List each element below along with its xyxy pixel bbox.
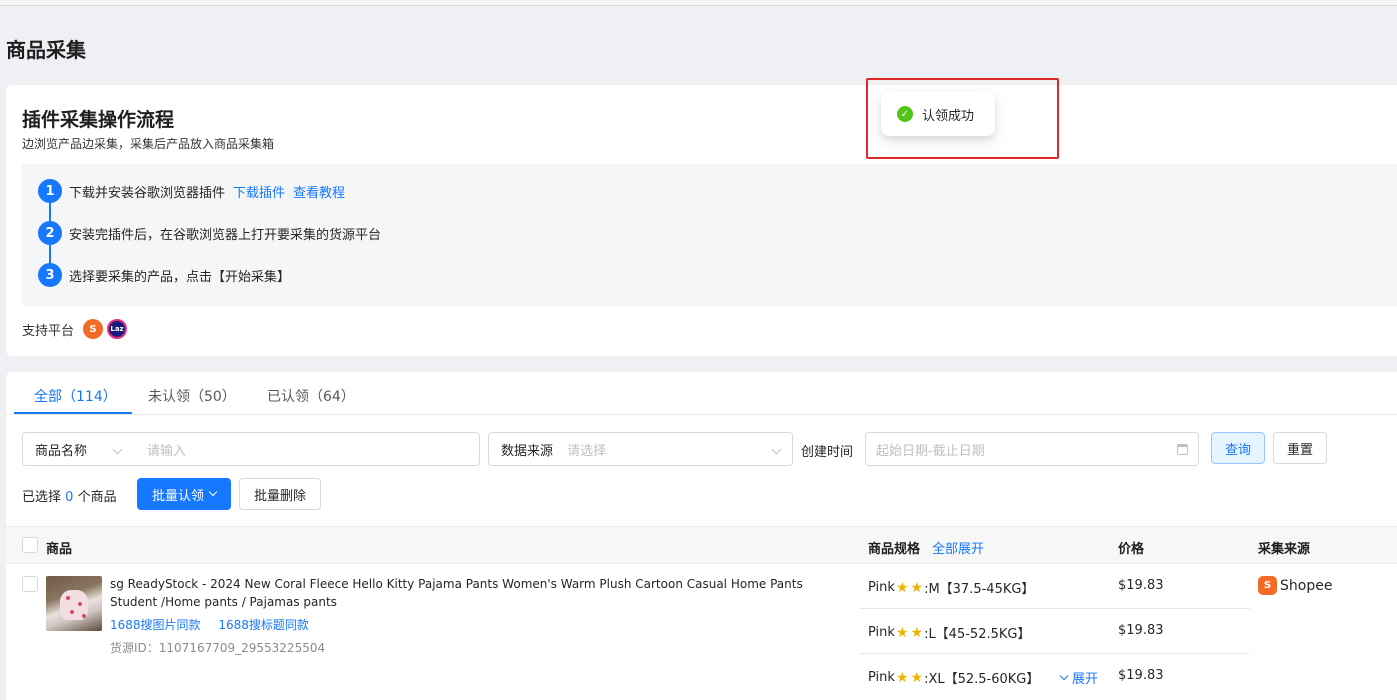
star-icon: ★ — [895, 624, 909, 641]
selection-count: 0 — [65, 490, 74, 505]
source-select[interactable]: 数据来源 请选择 — [488, 432, 793, 466]
shopee-icon: S — [1258, 576, 1277, 595]
expand-all-link[interactable]: 全部展开 — [932, 538, 984, 557]
batch-claim-button[interactable]: 批量认领 — [137, 478, 231, 510]
search-by-title-link[interactable]: 1688搜标题同款 — [218, 618, 309, 632]
platforms-label: 支持平台 — [22, 323, 75, 339]
shopee-icon: S — [83, 319, 104, 339]
source-placeholder: 请选择 — [567, 443, 607, 459]
status-tabs: 全部（114） 未认领（50） 已认领（64） — [6, 372, 1397, 415]
reset-button[interactable]: 重置 — [1273, 432, 1327, 464]
star-icon: ★ — [895, 579, 909, 596]
spec-price: $19.83 — [1118, 578, 1164, 593]
calendar-icon — [1177, 443, 1188, 455]
chevron-down-icon — [771, 444, 782, 454]
product-thumbnail[interactable] — [46, 576, 102, 631]
step-1: 1 下载并安装谷歌浏览器插件 下载插件 查看教程 — [38, 179, 345, 203]
tab-all[interactable]: 全部（114） — [34, 386, 117, 406]
source-id: 货源ID：1107167709_29553225504 — [110, 641, 326, 655]
view-tutorial-link[interactable]: 查看教程 — [293, 182, 345, 201]
step-text: 安装完插件后，在谷歌浏览器上打开要采集的货源平台 — [69, 227, 382, 243]
download-plugin-link[interactable]: 下载插件 — [233, 182, 285, 201]
field-select-value: 商品名称 — [35, 443, 88, 459]
step-2: 2 安装完插件后，在谷歌浏览器上打开要采集的货源平台 — [38, 221, 381, 245]
spec-size: :XL【52.5-60KG】 — [924, 672, 1040, 687]
collection-source: S Shopee — [1258, 576, 1332, 595]
spec-size: :L【45-52.5KG】 — [924, 627, 1031, 642]
field-select[interactable]: 商品名称 — [23, 433, 133, 465]
search-by-image-link[interactable]: 1688搜图片同款 — [110, 618, 201, 632]
header-spec: 商品规格 — [868, 542, 921, 557]
date-range-picker[interactable]: 起始日期-截止日期 — [865, 432, 1199, 466]
guide-subtitle: 边浏览产品边采集，采集后产品放入商品采集箱 — [22, 137, 275, 151]
tab-unclaimed[interactable]: 未认领（50） — [148, 386, 236, 406]
spec-row: Pink ★ ★ :XL【52.5-60KG】 — [868, 668, 1040, 688]
spec-color: Pink — [868, 580, 895, 595]
keyword-input[interactable]: 请输入 — [147, 440, 186, 459]
expand-label: 展开 — [1072, 672, 1099, 687]
supported-platforms: 支持平台 S Laz — [22, 319, 128, 339]
check-circle-icon: ✓ — [897, 106, 913, 122]
selection-info: 已选择 0 个商品 — [22, 486, 117, 505]
spec-color: Pink — [868, 670, 895, 685]
source-name: Shopee — [1280, 577, 1333, 594]
keyword-filter: 商品名称 请输入 — [22, 432, 480, 466]
step-number: 3 — [38, 263, 62, 287]
step-text: 下载并安装谷歌浏览器插件 — [69, 185, 226, 201]
page-title: 商品采集 — [6, 38, 86, 62]
expand-specs-button[interactable]: 展开 — [1059, 668, 1099, 687]
selection-suffix: 个商品 — [77, 490, 117, 505]
star-icon: ★ — [910, 624, 924, 641]
spec-price: $19.83 — [1118, 668, 1164, 683]
step-text: 选择要采集的产品，点击【开始采集】 — [69, 269, 291, 285]
chevron-down-icon — [208, 487, 218, 497]
spec-size: :M【37.5-45KG】 — [924, 582, 1035, 597]
spec-row: Pink ★ ★ :L【45-52.5KG】 — [868, 623, 1031, 643]
active-tab-indicator — [14, 412, 132, 414]
step-3: 3 选择要采集的产品，点击【开始采集】 — [38, 263, 290, 287]
plugin-guide-card: 插件采集操作流程 边浏览产品边采集，采集后产品放入商品采集箱 1 下载并安装谷歌… — [6, 85, 1397, 356]
date-placeholder: 起始日期-截止日期 — [876, 443, 985, 459]
header-source: 采集来源 — [1258, 542, 1311, 557]
table-header: 商品 商品规格 全部展开 价格 采集来源 — [6, 526, 1397, 564]
step-number: 1 — [38, 179, 62, 203]
spec-divider — [860, 653, 1250, 654]
batch-delete-button[interactable]: 批量删除 — [239, 478, 321, 510]
header-product: 商品 — [46, 542, 73, 557]
source-label: 数据来源 — [501, 443, 554, 459]
spec-divider — [860, 608, 1250, 609]
star-icon: ★ — [910, 579, 924, 596]
chevron-down-icon — [112, 444, 123, 454]
query-button[interactable]: 查询 — [1211, 432, 1265, 464]
batch-claim-label: 批量认领 — [151, 488, 204, 504]
top-border — [0, 0, 1397, 6]
tab-claimed[interactable]: 已认领（64） — [267, 386, 355, 406]
toast-message: 认领成功 — [922, 108, 975, 124]
star-icon: ★ — [895, 669, 909, 686]
selection-prefix: 已选择 — [22, 490, 62, 505]
row-checkbox[interactable] — [22, 576, 38, 592]
star-icon: ★ — [910, 669, 924, 686]
header-price: 价格 — [1118, 542, 1145, 557]
spec-row: Pink ★ ★ :M【37.5-45KG】 — [868, 578, 1035, 598]
lazada-icon: Laz — [107, 319, 128, 339]
chevron-down-icon — [1059, 671, 1069, 680]
product-list-card: 全部（114） 未认领（50） 已认领（64） 商品名称 请输入 数据来源 请选… — [6, 372, 1397, 700]
spec-price: $19.83 — [1118, 623, 1164, 638]
product-title[interactable]: sg ReadyStock - 2024 New Coral Fleece He… — [110, 575, 850, 611]
search-links: 1688搜图片同款 1688搜标题同款 — [110, 616, 323, 633]
steps-panel: 1 下载并安装谷歌浏览器插件 下载插件 查看教程 2 安装完插件后，在谷歌浏览器… — [22, 164, 1397, 306]
select-all-checkbox[interactable] — [22, 537, 38, 553]
success-toast: ✓ 认领成功 — [881, 92, 995, 136]
date-label: 创建时间 — [801, 445, 854, 460]
guide-title: 插件采集操作流程 — [22, 109, 175, 131]
step-number: 2 — [38, 221, 62, 245]
spec-color: Pink — [868, 625, 895, 640]
